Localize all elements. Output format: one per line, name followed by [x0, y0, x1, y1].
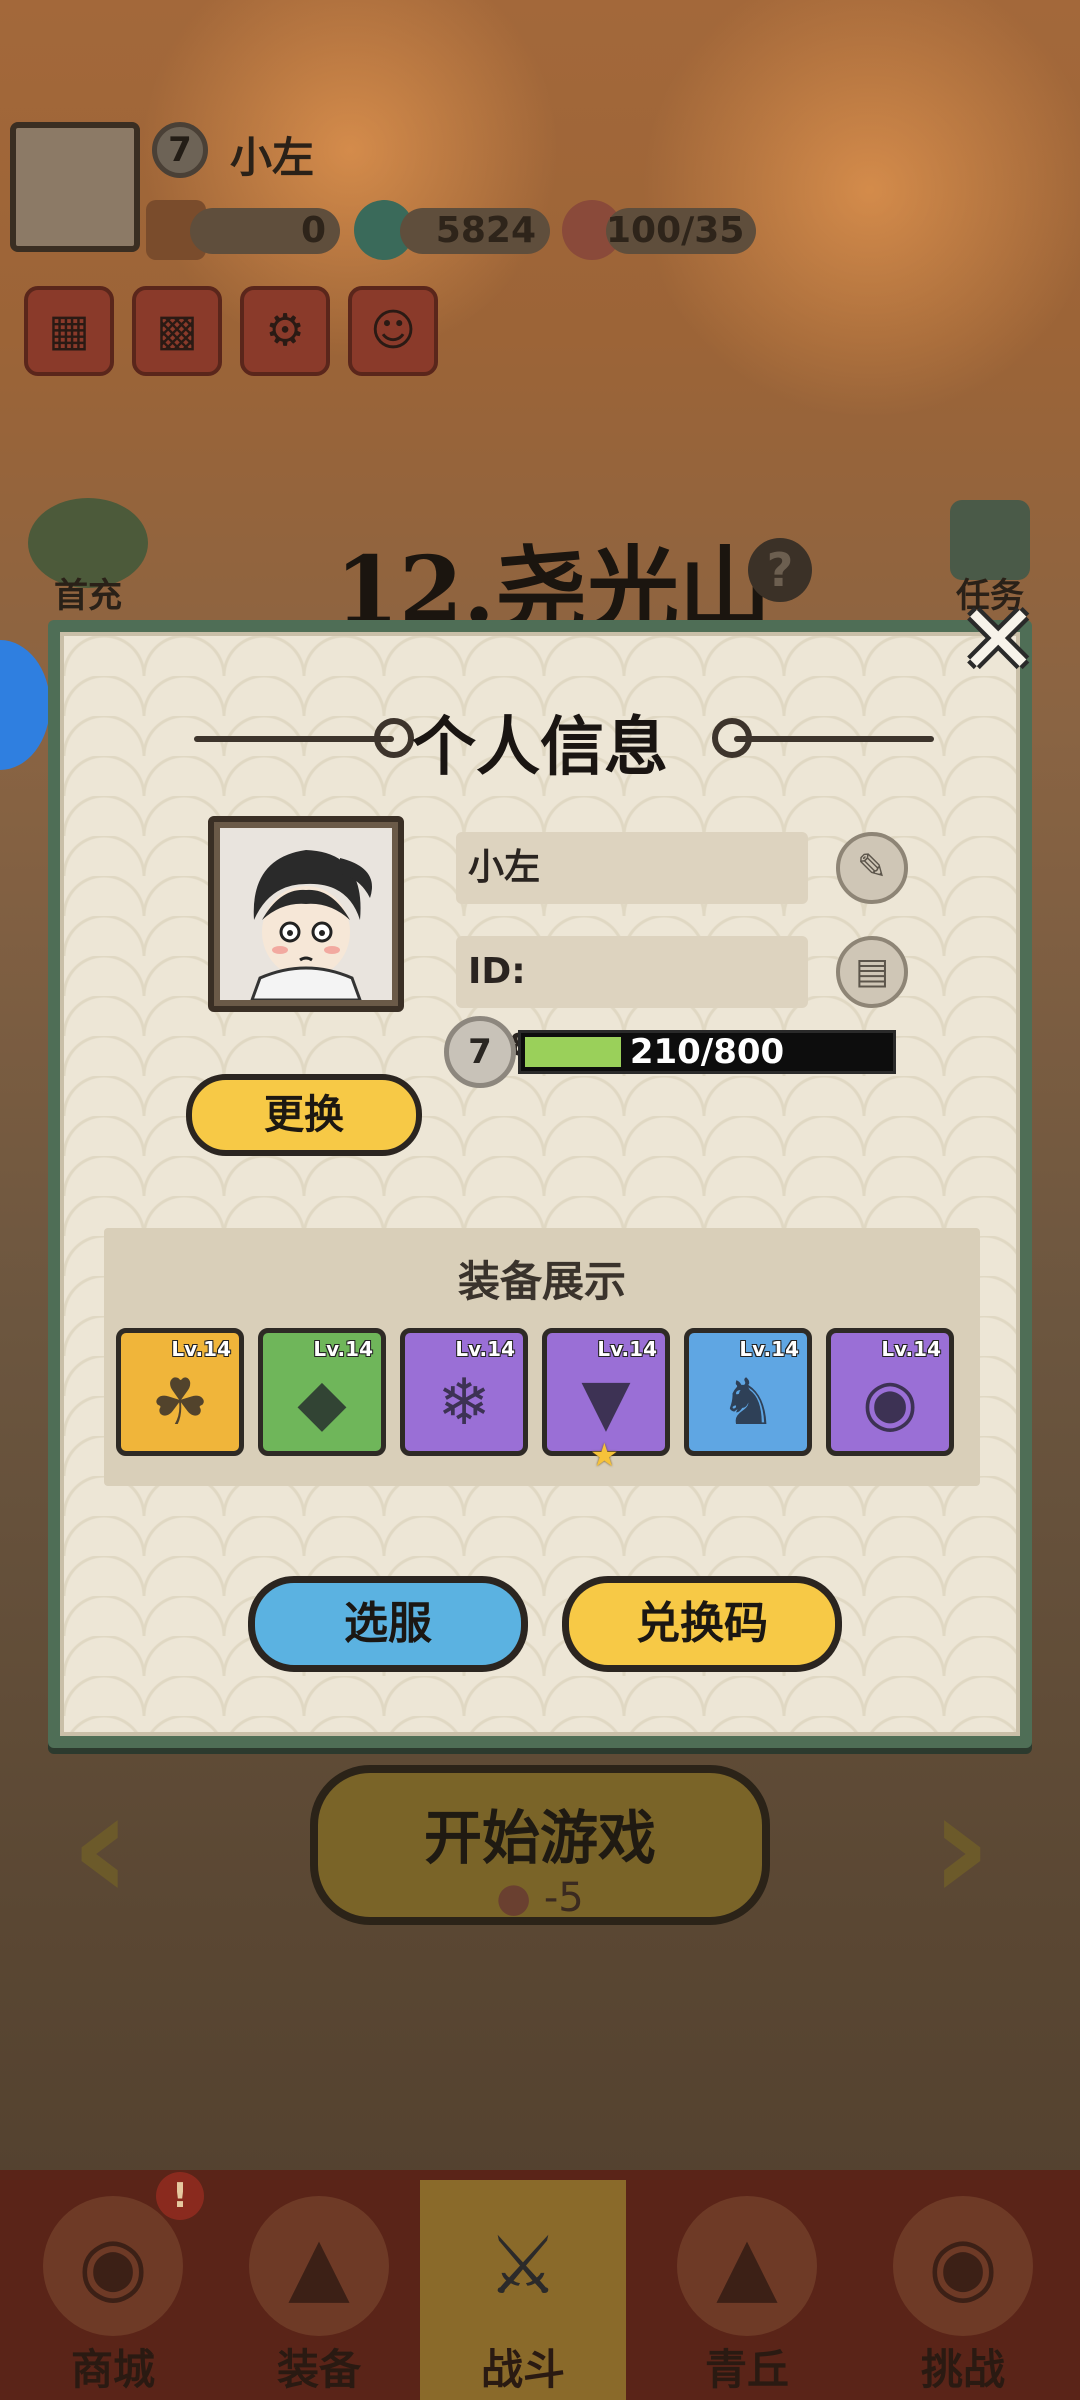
id-label: ID: — [468, 951, 526, 992]
avatar-portrait — [220, 828, 392, 1000]
brush-icon: ✎ — [856, 847, 888, 888]
golden-kirin-icon: ☘ — [151, 1366, 209, 1440]
equipment-slot[interactable]: Lv.14 ♞ — [684, 1328, 812, 1456]
orb-amulet-icon: ◉ — [862, 1366, 918, 1440]
profile-avatar — [208, 816, 404, 1012]
redeem-code-button[interactable]: 兑换码 — [562, 1576, 842, 1672]
player-id-field: ID: 388862379565056 — [456, 936, 808, 1063]
equipment-slot[interactable]: Lv.14 ❄ — [400, 1328, 528, 1456]
gold-shoulder-icon: ▼ — [581, 1366, 631, 1440]
equipment-level-label: Lv.14 — [739, 1337, 799, 1361]
blue-gauntlet-icon: ❄ — [437, 1366, 491, 1440]
equipment-slot[interactable]: Lv.14 ☘ — [116, 1328, 244, 1456]
equipment-level-label: Lv.14 — [881, 1337, 941, 1361]
close-icon[interactable]: ✕ — [958, 592, 1038, 688]
copy-icon: ▤ — [854, 951, 889, 992]
equipment-level-label: Lv.14 — [597, 1337, 657, 1361]
ice-boots-icon: ♞ — [719, 1366, 777, 1440]
profile-dialog: 个人信息 更换 小左 ✎ ID: ▤ 7 210/800 装备展示 Lv.14 … — [48, 620, 1032, 1748]
change-avatar-button[interactable]: 更换 — [186, 1074, 422, 1156]
star-icon: ★ — [590, 1436, 619, 1474]
equipment-showcase-title: 装备展示 — [457, 1257, 626, 1306]
equipment-slot[interactable]: Lv.14 ◉ — [826, 1328, 954, 1456]
player-name-field: 小左 — [456, 832, 808, 904]
dark-chest-armor-icon: ◆ — [297, 1366, 347, 1440]
equipment-level-label: Lv.14 — [313, 1337, 373, 1361]
edit-name-button[interactable]: ✎ — [836, 832, 908, 904]
select-server-button[interactable]: 选服 — [248, 1576, 528, 1672]
equipment-showcase: 装备展示 Lv.14 ☘ Lv.14 ◆ Lv.14 ❄ Lv.14 ▼ ★ Lv.14 ♞ Lv.1… — [104, 1228, 980, 1486]
equipment-level-label: Lv.14 — [455, 1337, 515, 1361]
equipment-level-label: Lv.14 — [171, 1337, 231, 1361]
exp-progress-text: 210/800 — [629, 1032, 785, 1072]
copy-id-button[interactable]: ▤ — [836, 936, 908, 1008]
exp-progress-bar: 210/800 — [518, 1030, 896, 1074]
equipment-slot[interactable]: Lv.14 ◆ — [258, 1328, 386, 1456]
profile-dialog-body: 个人信息 更换 小左 ✎ ID: ▤ 7 210/800 装备展示 Lv.14 … — [60, 632, 1020, 1736]
character-portrait-icon — [220, 828, 392, 1000]
dialog-title: 个人信息 — [412, 711, 668, 785]
title-decoration-right — [734, 736, 934, 742]
player-level-badge: 7 — [444, 1016, 516, 1088]
